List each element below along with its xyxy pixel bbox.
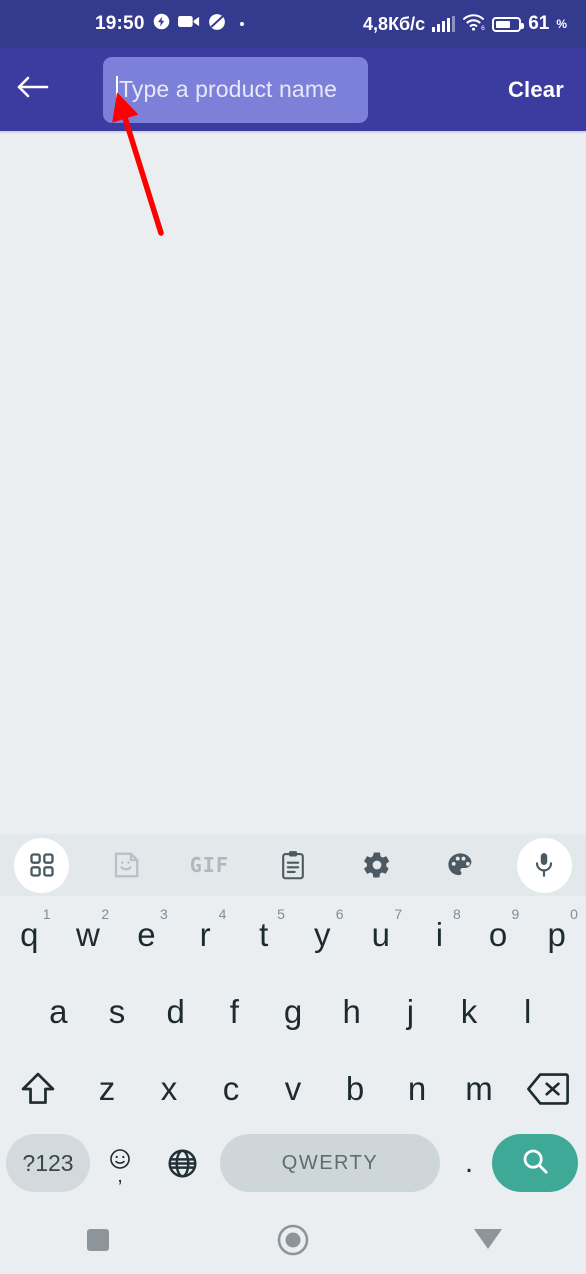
- key-p[interactable]: p0: [527, 896, 586, 973]
- key-g[interactable]: g: [264, 973, 323, 1050]
- key-h[interactable]: h: [322, 973, 381, 1050]
- key-n[interactable]: n: [386, 1050, 448, 1127]
- key-u[interactable]: u7: [352, 896, 411, 973]
- key-m[interactable]: m: [448, 1050, 510, 1127]
- key-y[interactable]: y6: [293, 896, 352, 973]
- search-placeholder: Type a product name: [119, 76, 337, 102]
- key-v[interactable]: v: [262, 1050, 324, 1127]
- text-caret: [116, 76, 118, 103]
- key-c[interactable]: c: [200, 1050, 262, 1127]
- wifi-6-icon: 6: [462, 13, 485, 36]
- search-icon: [520, 1146, 550, 1181]
- square-recents-icon[interactable]: [48, 1206, 148, 1274]
- globe-icon[interactable]: [150, 1134, 214, 1192]
- keyboard-toolbar: GIF: [0, 834, 586, 896]
- shift-icon[interactable]: [0, 1050, 76, 1127]
- key-e[interactable]: e3: [117, 896, 176, 973]
- key-b[interactable]: b: [324, 1050, 386, 1127]
- space-key[interactable]: QWERTY: [220, 1134, 440, 1192]
- clipboard-icon[interactable]: [251, 834, 335, 896]
- flash-icon: [153, 13, 170, 35]
- triangle-down-back-icon[interactable]: [438, 1206, 538, 1274]
- backspace-icon[interactable]: [510, 1050, 586, 1127]
- svg-text:6: 6: [481, 25, 485, 31]
- android-nav-bar: [0, 1206, 586, 1274]
- key-d[interactable]: d: [146, 973, 205, 1050]
- key-j[interactable]: j: [381, 973, 440, 1050]
- search-enter-key[interactable]: [492, 1134, 578, 1192]
- key-i[interactable]: i8: [410, 896, 469, 973]
- clear-button[interactable]: Clear: [508, 77, 564, 103]
- key-r[interactable]: r4: [176, 896, 235, 973]
- results-area: [0, 134, 586, 834]
- key-l[interactable]: l: [498, 973, 557, 1050]
- gif-icon[interactable]: GIF: [167, 834, 251, 896]
- keyboard-row-2: a s d f g h j k l: [0, 973, 586, 1050]
- video-camera-icon: [177, 14, 200, 34]
- symbols-key[interactable]: ?123: [6, 1134, 90, 1192]
- status-bar-left: 19:50: [95, 13, 244, 36]
- status-bar: 19:50 4,8Кб/с 6 61 %: [0, 0, 586, 48]
- battery-level: 61: [528, 13, 550, 34]
- sticker-icon[interactable]: [84, 834, 168, 896]
- period-key[interactable]: .: [446, 1134, 492, 1192]
- dot-icon: [239, 22, 244, 26]
- status-time: 19:50: [95, 13, 145, 34]
- on-screen-keyboard: GIF q 1 w 2 e 3 r 4 t 5 y 6 u 7 i 8 o 9 …: [0, 834, 586, 1206]
- battery-unit: %: [556, 17, 567, 31]
- key-z[interactable]: z: [76, 1050, 138, 1127]
- network-speed: 4,8Кб/с: [363, 13, 426, 34]
- palette-icon[interactable]: [419, 834, 503, 896]
- keyboard-row-4: ?123 , QWERTY .: [0, 1127, 586, 1199]
- back-button[interactable]: [0, 48, 66, 131]
- key-f[interactable]: f: [205, 973, 264, 1050]
- emoji-icon[interactable]: ,: [90, 1134, 150, 1192]
- dnd-icon: [208, 13, 226, 36]
- key-a[interactable]: a: [29, 973, 88, 1050]
- keyboard-row-3: z x c v b n m: [0, 1050, 586, 1127]
- key-x[interactable]: x: [138, 1050, 200, 1127]
- apps-grid-icon[interactable]: [0, 834, 84, 896]
- key-w[interactable]: w2: [59, 896, 118, 973]
- search-input[interactable]: Type a product name: [103, 56, 368, 123]
- circle-home-icon[interactable]: [243, 1206, 343, 1274]
- keyboard-row-1: q1 w2 e3 r4 t5 y6 u7 i8 o9 p0: [0, 896, 586, 973]
- app-bar: Type a product name Clear: [0, 48, 586, 131]
- signal-bars-icon: [432, 16, 456, 32]
- key-q[interactable]: q1: [0, 896, 59, 973]
- key-t[interactable]: t5: [234, 896, 293, 973]
- status-bar-right: 4,8Кб/с 6 61 %: [363, 13, 567, 36]
- microphone-icon[interactable]: [502, 834, 586, 896]
- key-s[interactable]: s: [88, 973, 147, 1050]
- key-k[interactable]: k: [440, 973, 499, 1050]
- comma-label: ,: [117, 1164, 123, 1187]
- key-o[interactable]: o9: [469, 896, 528, 973]
- phone-screen: 19:50 4,8Кб/с 6 61 % Type a product name…: [0, 0, 586, 1274]
- gear-icon[interactable]: [335, 834, 419, 896]
- battery-icon: [492, 16, 525, 32]
- arrow-left-icon: [16, 74, 50, 105]
